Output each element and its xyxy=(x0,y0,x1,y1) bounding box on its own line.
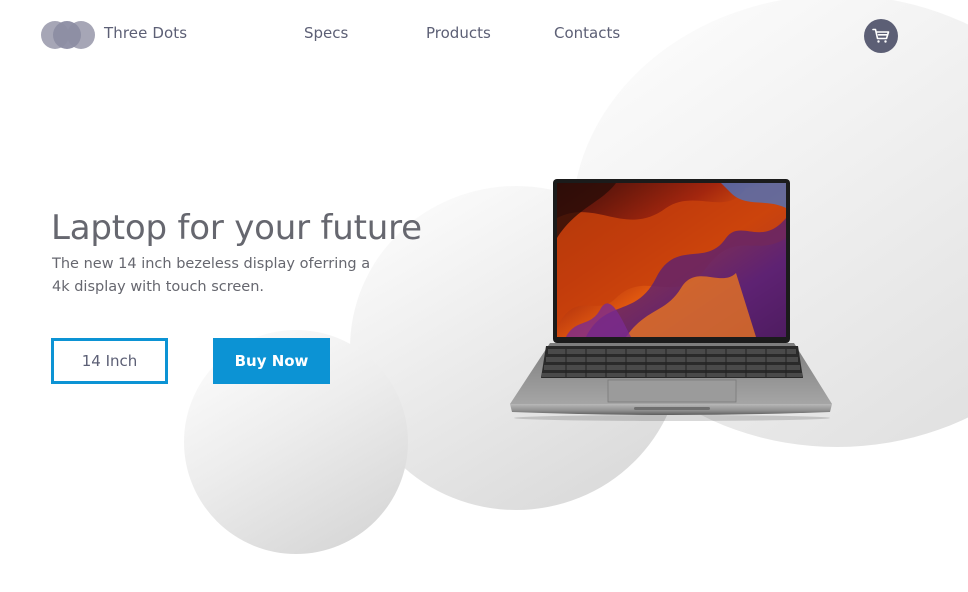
nav-link-products[interactable]: Products xyxy=(426,24,491,42)
buy-now-button[interactable]: Buy Now xyxy=(213,338,330,384)
cart-button[interactable] xyxy=(864,19,898,53)
hero-subtext-line-2: 4k display with touch screen. xyxy=(52,279,265,295)
laptop-image xyxy=(510,179,832,421)
logo-dot xyxy=(53,21,81,49)
size-option-button[interactable]: 14 Inch xyxy=(51,338,168,384)
brand-name[interactable]: Three Dots xyxy=(104,24,187,42)
hero-headline: Laptop for your future xyxy=(51,208,422,248)
hero-subtext: The new 14 inch bezeless display oferrin… xyxy=(52,253,392,299)
cart-icon xyxy=(872,28,890,43)
landing-page: Three Dots Specs Products Contacts Lapto… xyxy=(0,0,968,592)
logo-icon[interactable] xyxy=(41,21,97,49)
nav-link-specs[interactable]: Specs xyxy=(304,24,348,42)
hero-subtext-line-1: The new 14 inch bezeless display oferrin… xyxy=(52,256,371,272)
nav-link-contacts[interactable]: Contacts xyxy=(554,24,620,42)
